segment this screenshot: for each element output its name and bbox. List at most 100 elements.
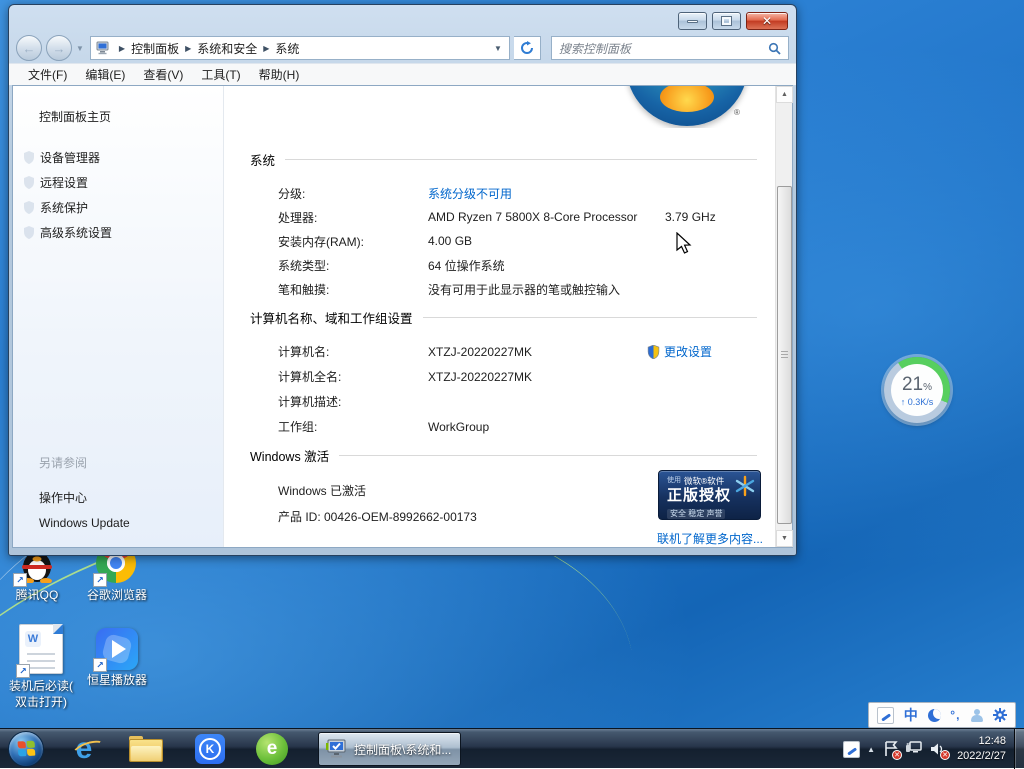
scroll-up-arrow[interactable]: ▲: [776, 86, 793, 103]
sidebar-item-label: 设备管理器: [40, 149, 100, 166]
show-hidden-icons-arrow[interactable]: ▲: [867, 745, 875, 754]
error-badge: ✕: [892, 750, 902, 760]
breadcrumb-control-panel[interactable]: 控制面板: [131, 40, 179, 57]
breadcrumb-system[interactable]: 系统: [275, 40, 299, 57]
badge-line3: 安全 稳定 声誉: [667, 509, 725, 519]
volume-muted-icon[interactable]: ✕: [930, 741, 946, 757]
shortcut-arrow-icon: ↗: [13, 573, 27, 587]
browser-360-icon: e: [256, 733, 288, 765]
taskbar-ie-button[interactable]: e: [66, 733, 102, 765]
ime-settings-gear-icon[interactable]: [993, 708, 1007, 722]
cpu-speed: 3.79 GHz: [665, 210, 757, 224]
menu-help[interactable]: 帮助(H): [250, 66, 309, 83]
sidebar-item-label: 远程设置: [40, 174, 88, 191]
ime-language-bar: 中 °,: [868, 702, 1016, 728]
sidebar-item-label: 系统保护: [40, 199, 88, 216]
row-value: XTZJ-20220227MK: [428, 345, 647, 359]
ime-chinese-mode[interactable]: 中: [904, 705, 918, 725]
sidebar-item-action-center[interactable]: 操作中心: [13, 485, 223, 510]
desktop-icon-label-line1: 装机后必读(: [9, 679, 73, 693]
scrollbar-thumb[interactable]: [777, 186, 792, 524]
section-divider: [339, 455, 757, 456]
history-chevron-icon[interactable]: ▼: [76, 44, 84, 53]
sidebar-item-remote-settings[interactable]: 远程设置: [13, 170, 223, 195]
taskbar-k-app-button[interactable]: K: [192, 733, 228, 765]
section-title: Windows 激活: [250, 446, 329, 465]
search-placeholder: 搜索控制面板: [559, 40, 768, 57]
address-dropdown-icon[interactable]: ▼: [494, 44, 502, 53]
menu-edit[interactable]: 编辑(E): [76, 66, 134, 83]
search-icon[interactable]: [768, 42, 781, 55]
mute-badge: ✕: [940, 750, 950, 760]
upload-speed: ↑ 0.3K/s: [901, 397, 934, 407]
genuine-star-icon: [734, 475, 756, 497]
row-label: 安装内存(RAM):: [278, 233, 428, 250]
ime-status-icon[interactable]: [877, 707, 894, 724]
desktop-icon-readme[interactable]: W ↗ 装机后必读( 双击打开): [2, 624, 80, 710]
row-label: 计算机全名:: [278, 368, 428, 385]
sidebar-item-advanced-settings[interactable]: 高级系统设置: [13, 220, 223, 245]
section-divider: [285, 159, 757, 160]
scroll-down-arrow[interactable]: ▼: [776, 530, 793, 547]
rating-link[interactable]: 系统分级不可用: [428, 185, 665, 202]
start-button[interactable]: [8, 731, 44, 767]
forward-button[interactable]: →: [46, 35, 72, 61]
section-title: 系统: [250, 150, 275, 169]
menu-tools[interactable]: 工具(T): [192, 66, 249, 83]
menu-view[interactable]: 查看(V): [134, 66, 192, 83]
row-label: 笔和触摸:: [278, 281, 428, 298]
badge-line1: 微软®软件: [684, 476, 724, 487]
netspeed-widget[interactable]: 21% ↑ 0.3K/s: [884, 357, 950, 423]
minimize-button[interactable]: [678, 12, 707, 30]
close-button[interactable]: ✕: [746, 12, 788, 30]
registered-mark: ®: [734, 108, 740, 117]
info-row-rating: 分级: 系统分级不可用: [250, 181, 757, 205]
change-settings-link[interactable]: 更改设置: [647, 343, 757, 360]
back-button[interactable]: ←: [16, 35, 42, 61]
taskbar-active-window-button[interactable]: 控制面板\系统和...: [318, 732, 461, 766]
search-input[interactable]: 搜索控制面板: [551, 36, 789, 60]
learn-more-link[interactable]: 联机了解更多内容...: [657, 530, 763, 547]
tray-clock[interactable]: 12:48 2022/2/27: [957, 734, 1006, 764]
sidebar-item-device-manager[interactable]: 设备管理器: [13, 145, 223, 170]
system-icon: [96, 41, 111, 55]
shield-icon: [23, 226, 35, 239]
tray-ime-icon[interactable]: [843, 741, 860, 758]
sidebar: 控制面板主页 设备管理器 远程设置 系统保护 高级系统设置 另请参阅 操作中心 …: [13, 86, 224, 547]
system-tray: ▲ ✕ ✕ 12:48 2022/2/27: [843, 729, 1024, 769]
sidebar-item-windows-update[interactable]: Windows Update: [13, 510, 223, 535]
sidebar-item-home[interactable]: 控制面板主页: [13, 86, 223, 125]
percent-unit: %: [923, 382, 932, 393]
menu-file[interactable]: 文件(F): [19, 66, 76, 83]
breadcrumb-system-security[interactable]: 系统和安全: [197, 40, 257, 57]
sidebar-item-system-protection[interactable]: 系统保护: [13, 195, 223, 220]
taskbar-explorer-button[interactable]: [128, 733, 164, 765]
info-row-ostype: 系统类型: 64 位操作系统: [250, 253, 757, 277]
shield-icon: [23, 176, 35, 189]
restore-button[interactable]: [712, 12, 741, 30]
title-bar[interactable]: ✕: [9, 5, 796, 33]
desktop-icon-player[interactable]: ↗ 恒星播放器: [78, 628, 156, 689]
network-icon[interactable]: [905, 741, 923, 757]
k-app-icon: K: [195, 734, 225, 764]
user-lexicon-icon[interactable]: [970, 709, 983, 722]
shield-icon: [23, 201, 35, 214]
cpu-percent: 21: [902, 374, 923, 395]
address-bar[interactable]: ▶ 控制面板 ▶ 系统和安全 ▶ 系统 ▼: [90, 36, 510, 60]
taskbar-360-browser-button[interactable]: e: [254, 733, 290, 765]
breadcrumb-arrow-icon[interactable]: ▶: [185, 44, 191, 53]
system-properties-window: ✕ ← → ▼ ▶ 控制面板 ▶ 系统和安全 ▶ 系统 ▼: [8, 4, 797, 556]
genuine-software-badge: 使用 微软®软件 正版授权 安全 稳定 声誉: [658, 470, 761, 520]
vertical-scrollbar[interactable]: ▲ ▼: [775, 86, 792, 547]
row-value: WorkGroup: [428, 420, 647, 434]
show-desktop-button[interactable]: [1014, 729, 1024, 769]
main-content: ® 系统 分级: 系统分级不可用 处理器: AMD Ryzen 7 58: [224, 86, 775, 547]
breadcrumb-arrow-icon[interactable]: ▶: [263, 44, 269, 53]
section-computer-name: 计算机名称、域和工作组设置 计算机名: XTZJ-20220227MK: [250, 308, 757, 439]
action-center-flag-icon[interactable]: ✕: [884, 741, 898, 757]
halfwidth-moon-icon[interactable]: [928, 709, 941, 722]
refresh-button[interactable]: [514, 36, 541, 60]
row-label: 工作组:: [278, 418, 428, 435]
row-value: XTZJ-20220227MK: [428, 370, 647, 384]
punctuation-mode-icon[interactable]: °,: [950, 708, 960, 722]
